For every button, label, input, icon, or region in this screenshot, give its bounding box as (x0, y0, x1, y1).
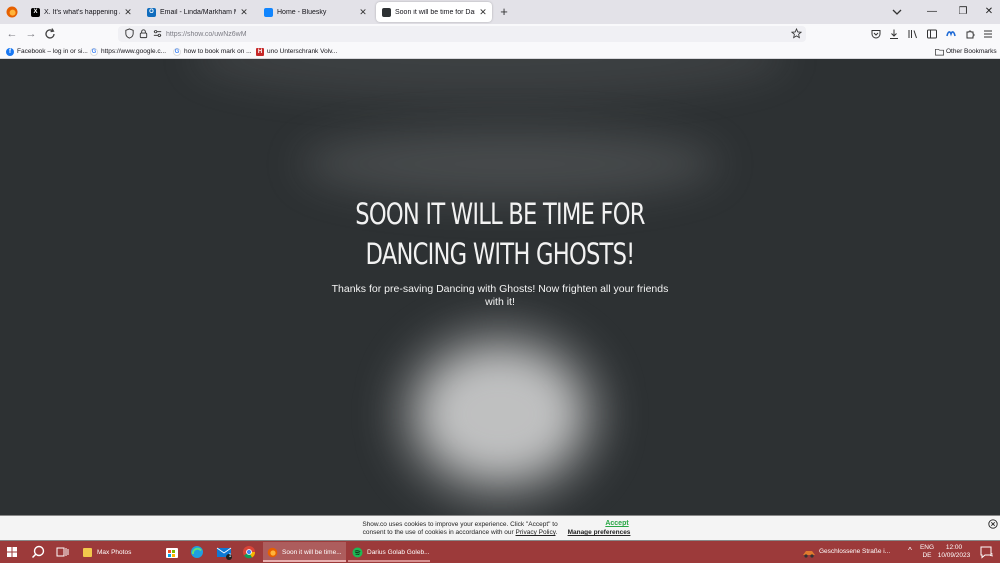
language-top: ENG (919, 544, 935, 551)
background-glow (190, 59, 790, 99)
reload-icon[interactable] (42, 26, 58, 42)
close-window-button[interactable]: ✕ (981, 4, 997, 20)
tab-title: X. It's what's happening / X (44, 8, 120, 16)
edge-icon[interactable] (188, 543, 206, 561)
bookmark-star-icon[interactable] (791, 28, 802, 39)
address-bar[interactable] (118, 26, 806, 42)
outlook-icon: O (147, 7, 156, 17)
pocket-icon[interactable] (870, 28, 882, 40)
other-bookmarks[interactable]: Other Bookmarks (935, 46, 997, 57)
weather-icon[interactable] (800, 543, 818, 561)
active-indicator (263, 560, 346, 562)
cookie-text-end: . (555, 529, 558, 536)
facebook-icon: f (6, 47, 14, 56)
show-hidden-icons[interactable]: ^ (905, 547, 915, 555)
bookmark-google[interactable]: G https://www.google.c... (90, 46, 166, 57)
bookmark-label: uno Unterschrank Volv... (267, 48, 338, 55)
bookmark-label: Facebook – log in or si... (17, 48, 88, 55)
close-tab-icon[interactable]: ✕ (478, 7, 488, 18)
taskbar-app-label: Max Photos (97, 548, 132, 556)
lock-icon[interactable] (138, 28, 149, 39)
store-icon[interactable] (163, 543, 181, 561)
showco-icon (382, 7, 391, 17)
close-tab-icon[interactable]: ✕ (358, 7, 368, 18)
language-bottom: DE (922, 552, 932, 559)
bookmark-label: https://www.google.c... (101, 48, 167, 55)
tab-x[interactable]: X X. It's what's happening / X ✕ (25, 2, 137, 22)
manage-preferences-button[interactable]: Manage preferences (564, 529, 634, 538)
task-view-icon[interactable] (53, 543, 71, 561)
shop-icon: H (256, 47, 264, 56)
folder-icon (83, 547, 92, 557)
running-indicator (348, 560, 430, 562)
taskbar-app-firefox[interactable]: Soon it will be time... (263, 542, 346, 562)
tracking-shield-icon[interactable] (124, 28, 135, 39)
privacy-policy-link[interactable]: Privacy Policy (516, 529, 556, 536)
cookie-banner: Show.co uses cookies to improve your exp… (0, 515, 1000, 541)
bluesky-icon (264, 7, 273, 17)
url-input[interactable] (166, 26, 766, 42)
tab-title: Home - Bluesky (277, 8, 327, 16)
windows-taskbar: Max Photos 1 Soon it will be time... Dar… (0, 541, 1000, 563)
tab-strip: X X. It's what's happening / X ✕ O Email… (0, 0, 1000, 24)
tab-showco[interactable]: Soon it will be time for Dancing ✕ (376, 2, 492, 22)
clock-time: 12:00 (945, 544, 963, 551)
weather-label[interactable]: Geschlossene Straße i... (819, 548, 899, 556)
accept-cookies-button[interactable]: Accept (598, 520, 636, 529)
bookmark-label: how to book mark on ... (184, 48, 252, 55)
taskbar-app-photos[interactable]: Max Photos (78, 542, 158, 562)
x-logo-icon: X (31, 7, 40, 17)
bookmark-google-howto[interactable]: G how to book mark on ... (173, 46, 252, 57)
sidebar-icon[interactable] (926, 28, 938, 40)
tab-email[interactable]: O Email - Linda/Markham Monk ✕ (141, 2, 253, 22)
permissions-icon[interactable] (152, 28, 163, 39)
page-subline: Thanks for pre-saving Dancing with Ghost… (331, 283, 669, 308)
tab-title: Email - Linda/Markham Monk (160, 8, 236, 16)
firefox-icon (267, 547, 278, 557)
back-arrow-icon[interactable]: ← (4, 26, 20, 42)
clock[interactable]: 12:00 10/09/2023 (936, 544, 972, 560)
other-bookmarks-label: Other Bookmarks (946, 48, 997, 55)
clock-date: 10/09/2023 (937, 552, 971, 559)
bookmarks-toolbar: f Facebook – log in or si... G https://w… (0, 44, 1000, 59)
close-tab-icon[interactable]: ✕ (239, 7, 249, 18)
background-glow (300, 129, 720, 199)
google-icon: G (173, 47, 181, 56)
bookmark-facebook[interactable]: f Facebook – log in or si... (6, 46, 88, 57)
taskbar-app-label: Darius Golab Goleb... (367, 548, 430, 556)
spotify-icon (352, 547, 363, 557)
downloads-icon[interactable] (888, 28, 900, 40)
account-icon[interactable] (945, 28, 957, 40)
language-indicator[interactable]: ENG DE (918, 544, 936, 560)
page-content: Soon it will be time for Dancing with Gh… (0, 59, 1000, 515)
firefox-view-icon[interactable] (4, 4, 20, 20)
restore-button[interactable]: ❐ (955, 4, 971, 20)
taskbar-app-label: Soon it will be time... (282, 548, 342, 556)
extensions-icon[interactable] (964, 28, 976, 40)
cookie-message: Show.co uses cookies to improve your exp… (360, 521, 560, 537)
bookmark-uno[interactable]: H uno Unterschrank Volv... (256, 46, 337, 57)
search-icon[interactable] (29, 543, 47, 561)
tab-bluesky[interactable]: Home - Bluesky ✕ (258, 2, 372, 22)
close-icon[interactable] (988, 519, 998, 529)
windows-start-icon[interactable] (7, 547, 17, 557)
chrome-icon[interactable] (240, 543, 258, 561)
mail-badge: 1 (228, 553, 232, 559)
google-icon: G (90, 47, 98, 56)
navigation-toolbar: ← → (0, 24, 1000, 44)
library-icon[interactable] (907, 28, 919, 40)
close-tab-icon[interactable]: ✕ (123, 7, 133, 18)
page-headline: Soon it will be time for Dancing with Gh… (355, 197, 645, 271)
notification-badge: 4 (990, 553, 993, 559)
list-all-tabs-icon[interactable] (890, 4, 904, 20)
forward-arrow-icon[interactable]: → (23, 26, 39, 42)
tab-title: Soon it will be time for Dancing (395, 8, 475, 16)
taskbar-app-spotify[interactable]: Darius Golab Goleb... (348, 542, 430, 562)
new-tab-button[interactable]: + (497, 4, 511, 20)
ghost-image-core (430, 359, 570, 469)
minimize-button[interactable]: — (924, 4, 940, 20)
hamburger-menu-icon[interactable] (982, 28, 994, 40)
folder-icon (935, 48, 944, 56)
